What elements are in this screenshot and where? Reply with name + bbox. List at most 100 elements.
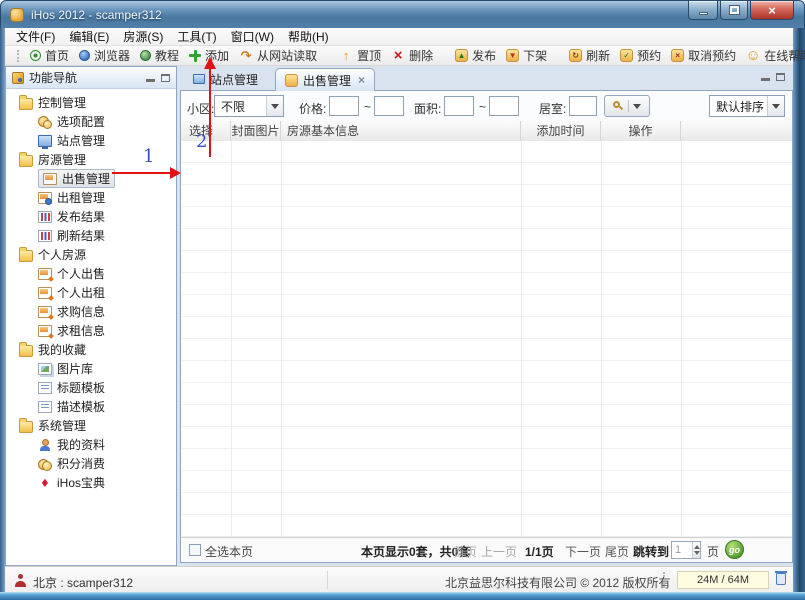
- publish-button[interactable]: ▲ 发布: [450, 47, 501, 64]
- last-page-link[interactable]: 尾页: [605, 543, 629, 560]
- panel-maximize-icon[interactable]: [161, 73, 170, 82]
- spinner-arrows[interactable]: [692, 542, 700, 558]
- first-page-link[interactable]: 首页: [453, 543, 477, 560]
- home-button[interactable]: 首页: [25, 47, 74, 64]
- sidebar-item-personal-rent[interactable]: 个人出租: [38, 283, 176, 302]
- spin-up-icon[interactable]: [693, 545, 700, 549]
- menu-listing[interactable]: 房源(S): [116, 27, 170, 46]
- sidebar-item-description-templates[interactable]: 描述模板: [38, 397, 176, 416]
- app-icon: [10, 8, 24, 22]
- rooms-input[interactable]: [569, 96, 597, 116]
- sale-management-panel: 小区: 不限 价格: ~ 面积: ~ 居室: 默认排序 选择 封面图片 房源基本…: [180, 90, 793, 563]
- menu-edit[interactable]: 编辑(E): [62, 27, 116, 46]
- column-separator: [601, 141, 602, 537]
- sidebar-item-rent-management[interactable]: 出租管理: [38, 188, 176, 207]
- jump-page-spinner[interactable]: [671, 541, 701, 559]
- window-border-bottom: [0, 592, 805, 600]
- panel-minimize-icon[interactable]: [146, 78, 155, 82]
- sidebar-folder-my-favorites[interactable]: 我的收藏: [19, 340, 176, 359]
- sidebar-item-option-config[interactable]: 选项配置: [38, 112, 176, 131]
- minimize-button[interactable]: [688, 1, 718, 20]
- minimize-icon: [698, 11, 708, 15]
- window-controls: ×: [686, 1, 794, 20]
- tab-site-management[interactable]: 站点管理: [184, 68, 267, 90]
- sidebar-item-buy-requests[interactable]: 求购信息: [38, 302, 176, 321]
- column-header-added-time[interactable]: 添加时间: [521, 121, 601, 141]
- sidebar-item-refresh-results[interactable]: 刷新结果: [38, 226, 176, 245]
- maximize-button[interactable]: [720, 1, 748, 20]
- up-arrow-icon: ↑: [342, 48, 350, 63]
- column-separator: [681, 141, 682, 537]
- sort-dropdown[interactable]: 默认排序: [709, 95, 785, 117]
- community-dropdown[interactable]: 不限: [214, 95, 284, 117]
- column-header-listing-info[interactable]: 房源基本信息: [281, 121, 521, 141]
- select-all-checkbox[interactable]: [189, 544, 201, 556]
- go-button[interactable]: go: [725, 540, 744, 559]
- price-min-input[interactable]: [329, 96, 359, 116]
- selected-item-highlight: 出售管理: [38, 169, 116, 188]
- sidebar-item-my-profile[interactable]: 我的资料: [38, 435, 176, 454]
- refresh-icon: ↻: [569, 49, 583, 62]
- sidebar-folder-control-management[interactable]: 控制管理: [19, 93, 176, 112]
- sidebar-folder-system-management[interactable]: 系统管理: [19, 416, 176, 435]
- area-label: 面积:: [414, 102, 442, 116]
- chevron-down-icon: [266, 96, 283, 116]
- sidebar-item-site-management[interactable]: 站点管理: [38, 131, 176, 150]
- filter-bar: 小区: 不限 价格: ~ 面积: ~ 居室: 默认排序: [181, 91, 792, 122]
- annotation-number-2: 2: [196, 131, 208, 152]
- status-bar: 北京 : scamper312 北京益思尔科技有限公司 © 2012 版权所有 …: [5, 566, 793, 592]
- prev-page-link[interactable]: 上一页: [481, 543, 517, 560]
- column-header-actions[interactable]: 操作: [601, 121, 681, 141]
- chevron-down-icon: [633, 103, 641, 109]
- navigation-panel-title: 功能导航: [29, 71, 78, 85]
- pin-top-button[interactable]: ↑ 置顶: [334, 47, 386, 64]
- tutorial-button[interactable]: 教程: [135, 47, 184, 64]
- trash-icon[interactable]: [775, 571, 787, 585]
- page-indicator: 1/1页: [525, 545, 554, 559]
- menu-help[interactable]: 帮助(H): [281, 27, 336, 46]
- view-maximize-icon[interactable]: [776, 73, 785, 81]
- card-pencil-icon: [38, 286, 52, 299]
- view-minimize-icon[interactable]: [761, 78, 770, 81]
- rooms-label: 居室:: [539, 102, 567, 116]
- menu-file[interactable]: 文件(F): [9, 27, 62, 46]
- area-min-input[interactable]: [444, 96, 474, 116]
- tab-close-icon[interactable]: ×: [358, 73, 365, 87]
- sidebar-folder-personal-listings[interactable]: 个人房源: [19, 245, 176, 264]
- memory-indicator[interactable]: 24M / 64M: [677, 571, 769, 589]
- column-separator: [521, 141, 522, 537]
- spin-down-icon[interactable]: [693, 551, 700, 555]
- chevron-down-icon: [767, 96, 784, 116]
- tutorial-globe-icon: [140, 50, 152, 61]
- sidebar-item-publish-results[interactable]: 发布结果: [38, 207, 176, 226]
- menu-tools[interactable]: 工具(T): [170, 27, 223, 46]
- button-divider: [628, 100, 629, 112]
- tab-sale-management[interactable]: 出售管理 ×: [275, 68, 376, 91]
- search-button[interactable]: [604, 95, 650, 117]
- close-button[interactable]: ×: [750, 1, 794, 20]
- unpublish-button[interactable]: ▼ 下架: [501, 47, 552, 64]
- list-icon: [38, 381, 52, 394]
- cancel-reserve-button[interactable]: × 取消预约: [666, 47, 741, 64]
- sidebar-item-ihos-handbook[interactable]: ♦ iHos宝典: [38, 473, 176, 492]
- jump-page-input[interactable]: [672, 542, 692, 558]
- sidebar-item-rent-requests[interactable]: 求租信息: [38, 321, 176, 340]
- next-page-link[interactable]: 下一页: [565, 543, 601, 560]
- annotation-number-1: 1: [143, 146, 155, 167]
- sidebar-item-personal-sale[interactable]: 个人出售: [38, 264, 176, 283]
- online-help-button[interactable]: ☺在线帮助: [741, 47, 805, 64]
- reserve-button[interactable]: ✓ 预约: [615, 47, 666, 64]
- area-max-input[interactable]: [489, 96, 519, 116]
- sidebar-item-title-templates[interactable]: 标题模板: [38, 378, 176, 397]
- panel-header-buttons: [146, 73, 170, 82]
- read-from-site-button[interactable]: ↷ 从网站读取: [234, 47, 322, 64]
- sidebar-item-image-library[interactable]: 图片库: [38, 359, 176, 378]
- menu-window[interactable]: 窗口(W): [224, 27, 281, 46]
- price-max-input[interactable]: [374, 96, 404, 116]
- folder-icon: [19, 341, 33, 357]
- browser-button[interactable]: 浏览器: [74, 47, 135, 64]
- column-header-cover-image[interactable]: 封面图片: [231, 121, 281, 141]
- sidebar-item-points-spending[interactable]: 积分消费: [38, 454, 176, 473]
- delete-button[interactable]: × 删除: [386, 47, 438, 64]
- refresh-button[interactable]: ↻ 刷新: [564, 47, 615, 64]
